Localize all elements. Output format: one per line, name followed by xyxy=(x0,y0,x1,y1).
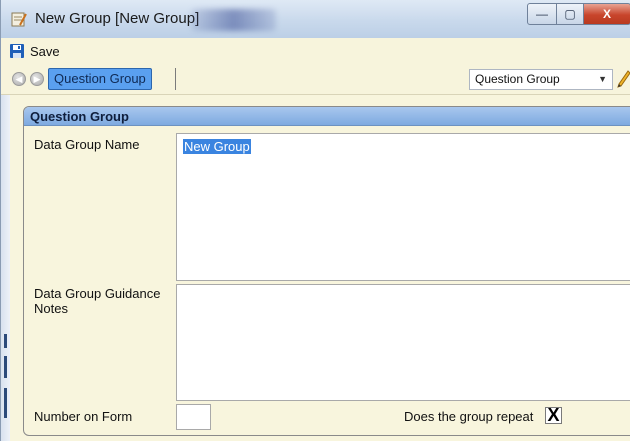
title-bar[interactable]: New Group [New Group] — ▢ X xyxy=(1,0,630,39)
number-on-form-input[interactable] xyxy=(176,404,211,430)
new-group-window: New Group [New Group] — ▢ X Save ◀ ▶ Que… xyxy=(0,0,630,441)
edge-mark xyxy=(4,356,7,378)
breadcrumb-question-group[interactable]: Question Group xyxy=(48,68,152,90)
guidance-notes-label: Data Group Guidance Notes xyxy=(34,286,161,316)
forward-button[interactable]: ▶ xyxy=(30,72,44,86)
app-icon xyxy=(11,12,27,27)
number-on-form-label: Number on Form xyxy=(34,409,133,424)
question-group-panel: Question Group Data Group Name New Group… xyxy=(23,106,630,436)
window-left-edge xyxy=(1,38,10,441)
group-name-textarea[interactable]: New Group xyxy=(176,133,630,281)
guidance-notes-textarea[interactable] xyxy=(176,284,630,401)
save-label: Save xyxy=(30,43,60,59)
back-button[interactable]: ◀ xyxy=(12,72,26,86)
group-repeat-checkbox[interactable]: X xyxy=(545,405,562,425)
edge-mark xyxy=(4,388,7,418)
check-mark-icon: X xyxy=(547,405,560,425)
edge-mark xyxy=(4,334,7,348)
group-name-value[interactable]: New Group xyxy=(183,139,251,154)
floppy-disk-icon xyxy=(10,44,24,58)
maximize-icon: ▢ xyxy=(564,7,576,21)
minimize-button[interactable]: — xyxy=(527,3,557,25)
maximize-button[interactable]: ▢ xyxy=(556,3,584,25)
group-repeat-label: Does the group repeat xyxy=(404,409,534,424)
minimize-icon: — xyxy=(536,7,548,21)
window-title: New Group [New Group] xyxy=(35,10,200,27)
save-button[interactable]: Save xyxy=(9,42,60,60)
close-icon: X xyxy=(602,7,611,21)
back-arrow-icon: ◀ xyxy=(15,73,23,84)
redacted-title-region xyxy=(191,9,276,31)
view-select-dropdown[interactable]: Question Group ▼ xyxy=(469,69,613,90)
toolbar: Save xyxy=(1,38,630,64)
forward-arrow-icon: ▶ xyxy=(33,73,41,84)
panel-title: Question Group xyxy=(24,107,630,126)
close-button[interactable]: X xyxy=(583,3,630,25)
dropdown-arrow-icon: ▼ xyxy=(598,74,607,84)
breadcrumb-separator xyxy=(175,68,176,90)
pencil-icon[interactable] xyxy=(617,70,630,88)
navigation-bar: ◀ ▶ Question Group Question Group ▼ xyxy=(1,64,630,95)
view-select-value: Question Group xyxy=(475,72,560,86)
group-name-label: Data Group Name xyxy=(34,137,140,152)
